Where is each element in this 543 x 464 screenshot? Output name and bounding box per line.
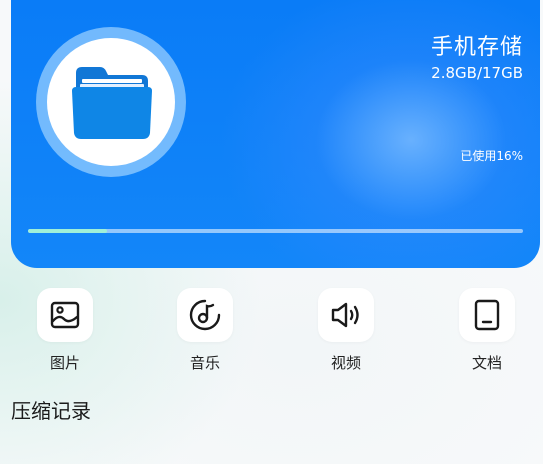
category-images[interactable]: 图片 — [37, 288, 93, 373]
category-music[interactable]: 音乐 — [177, 288, 233, 373]
video-speaker-icon — [331, 302, 359, 328]
category-tile — [318, 288, 374, 342]
category-documents[interactable]: 文档 — [459, 288, 515, 373]
storage-card[interactable]: 手机存储 2.8GB/17GB 已使用16% — [11, 0, 540, 268]
category-row: 图片 音乐 视频 文档 — [0, 288, 543, 378]
folder-icon-ring — [36, 27, 186, 177]
category-label: 图片 — [49, 354, 80, 372]
storage-title: 手机存储 — [430, 35, 523, 60]
music-icon — [189, 299, 221, 331]
storage-size: 2.8GB/17GB — [431, 64, 523, 82]
compression-history-title: 压缩记录 — [11, 399, 91, 423]
category-label: 文档 — [471, 354, 502, 372]
storage-progress-fill — [28, 229, 108, 233]
folder-icon — [72, 67, 152, 139]
category-tile — [459, 288, 515, 342]
category-label: 视频 — [330, 354, 361, 372]
image-icon — [50, 301, 80, 329]
storage-used-percent: 已使用16% — [460, 149, 523, 163]
category-tile — [37, 288, 93, 342]
folder-icon-circle — [47, 38, 175, 166]
category-tile — [177, 288, 233, 342]
category-label: 音乐 — [189, 354, 220, 372]
document-icon — [474, 299, 500, 331]
storage-progress-bar — [28, 229, 523, 233]
category-video[interactable]: 视频 — [318, 288, 374, 373]
